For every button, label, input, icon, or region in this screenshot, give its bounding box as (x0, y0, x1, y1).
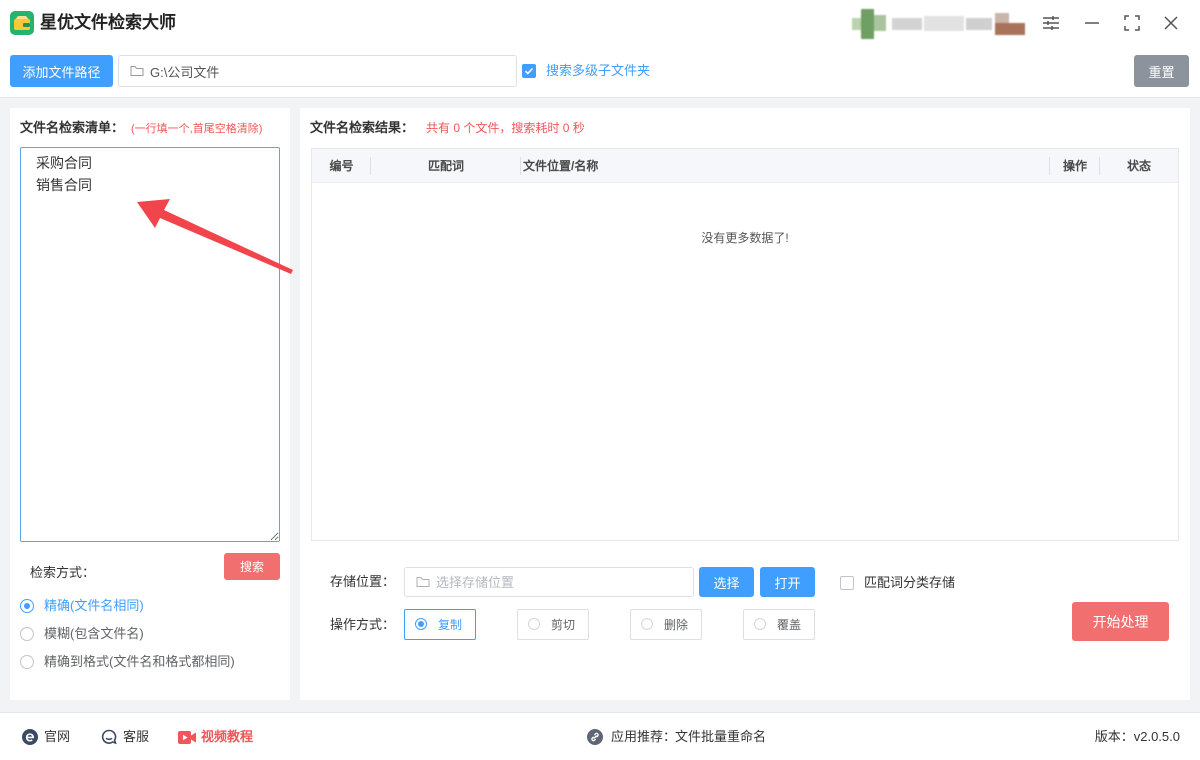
customer-service-chat-icon[interactable] (101, 729, 117, 745)
search-mode-exact-format[interactable]: 精确到格式(文件名和格式都相同) (20, 654, 235, 670)
classify-by-keyword-option[interactable]: 匹配词分类存储 (840, 575, 955, 591)
choose-location-button[interactable]: 选择 (699, 567, 754, 597)
website-e-icon[interactable] (22, 729, 38, 745)
minimize-icon[interactable] (1082, 13, 1102, 33)
storage-location-field[interactable] (404, 567, 694, 597)
column-header-index[interactable]: 编号 (312, 149, 371, 182)
folder-icon (130, 65, 144, 77)
settings-sliders-icon[interactable] (1041, 13, 1061, 33)
radio-button[interactable] (20, 655, 34, 669)
version-text: 版本：v2.0.5.0 (1094, 729, 1180, 744)
search-mode-label: 模糊(包含文件名) (44, 626, 144, 641)
video-tutorial-link[interactable]: 视频教程 (201, 729, 253, 745)
search-mode-label: 精确到格式(文件名和格式都相同) (44, 654, 235, 669)
classify-label: 匹配词分类存储 (864, 575, 956, 590)
link-chain-icon (587, 729, 603, 745)
operation-label: 剪切 (551, 618, 576, 632)
app-recommendation-label: 应用推荐： (611, 729, 677, 744)
customer-service-link[interactable]: 客服 (123, 729, 149, 745)
operation-label: 复制 (438, 618, 463, 632)
toolbar: 添加文件路径 搜索多级子文件夹 重置 (0, 48, 1200, 98)
open-location-button[interactable]: 打开 (760, 567, 815, 597)
operation-label: 覆盖 (777, 618, 802, 632)
column-header-location[interactable]: 文件位置/名称 (521, 149, 1050, 182)
search-mode-fuzzy[interactable]: 模糊(包含文件名) (20, 626, 144, 642)
subfolder-checkbox[interactable] (522, 64, 536, 78)
path-field[interactable] (118, 55, 517, 87)
user-profile-blurred[interactable] (852, 9, 1026, 39)
operation-copy[interactable]: 复制 (404, 609, 476, 640)
app-title: 星优文件检索大师 (40, 13, 176, 32)
website-link[interactable]: 官网 (44, 729, 70, 745)
start-processing-button[interactable]: 开始处理 (1072, 602, 1169, 641)
results-header: 文件名检索结果： 共有 0 个文件，搜索耗时 0 秒 (310, 120, 585, 136)
search-list-textarea[interactable]: 采购合同 销售合同 (20, 147, 280, 542)
folder-icon (416, 576, 430, 588)
radio-button[interactable] (528, 618, 540, 630)
column-header-action[interactable]: 操作 (1050, 149, 1100, 182)
radio-button[interactable] (20, 599, 34, 613)
operation-overwrite[interactable]: 覆盖 (743, 609, 815, 640)
radio-button[interactable] (20, 627, 34, 641)
video-camera-icon[interactable] (178, 731, 196, 744)
results-table: 编号 匹配词 文件位置/名称 操作 状态 没有更多数据了! (311, 148, 1179, 541)
operation-label: 删除 (664, 618, 689, 632)
recommended-app-link[interactable]: 文件批量重命名 (675, 729, 766, 745)
operation-mode-label: 操作方式： (330, 617, 396, 632)
column-header-status[interactable]: 状态 (1100, 149, 1178, 182)
radio-button[interactable] (641, 618, 653, 630)
classify-checkbox[interactable] (840, 576, 854, 590)
reset-button[interactable]: 重置 (1134, 55, 1189, 87)
maximize-icon[interactable] (1122, 13, 1142, 33)
footer: 官网 客服 视频教程 应用推荐： 文件批量重命名 版本：v2.0.5.0 (0, 712, 1200, 760)
search-mode-title: 检索方式： (30, 565, 96, 580)
search-list-title: 文件名检索清单： (20, 120, 125, 135)
operation-cut[interactable]: 剪切 (517, 609, 589, 640)
results-table-header: 编号 匹配词 文件位置/名称 操作 状态 (312, 149, 1178, 183)
search-mode-label: 精确(文件名相同) (44, 598, 144, 613)
search-list-header: 文件名检索清单： (一行填一个,首尾空格清除) (20, 120, 262, 137)
add-file-path-button[interactable]: 添加文件路径 (10, 55, 113, 87)
results-panel: 文件名检索结果： 共有 0 个文件，搜索耗时 0 秒 编号 匹配词 文件位置/名… (300, 108, 1190, 700)
empty-state-text: 没有更多数据了! (701, 231, 789, 245)
operation-delete[interactable]: 删除 (630, 609, 702, 640)
radio-button[interactable] (754, 618, 766, 630)
radio-button[interactable] (415, 618, 427, 630)
subfolder-label: 搜索多级子文件夹 (546, 63, 651, 78)
path-input[interactable] (150, 56, 510, 86)
results-table-body: 没有更多数据了! (312, 183, 1178, 540)
column-header-keyword[interactable]: 匹配词 (371, 149, 521, 182)
results-summary: 共有 0 个文件，搜索耗时 0 秒 (426, 121, 585, 135)
search-mode-exact[interactable]: 精确(文件名相同) (20, 598, 144, 614)
subfolder-option[interactable]: 搜索多级子文件夹 (522, 63, 650, 79)
storage-location-input[interactable] (436, 568, 686, 596)
search-list-hint: (一行填一个,首尾空格清除) (131, 123, 263, 135)
close-icon[interactable] (1161, 13, 1181, 33)
title-bar: 星优文件检索大师 (0, 0, 1200, 48)
app-logo-icon (10, 11, 34, 35)
search-list-panel: 文件名检索清单： (一行填一个,首尾空格清除) 采购合同 销售合同 检索方式： … (10, 108, 290, 700)
storage-location-label: 存储位置： (330, 574, 396, 589)
results-title: 文件名检索结果： (310, 120, 415, 135)
search-button[interactable]: 搜索 (224, 553, 280, 580)
